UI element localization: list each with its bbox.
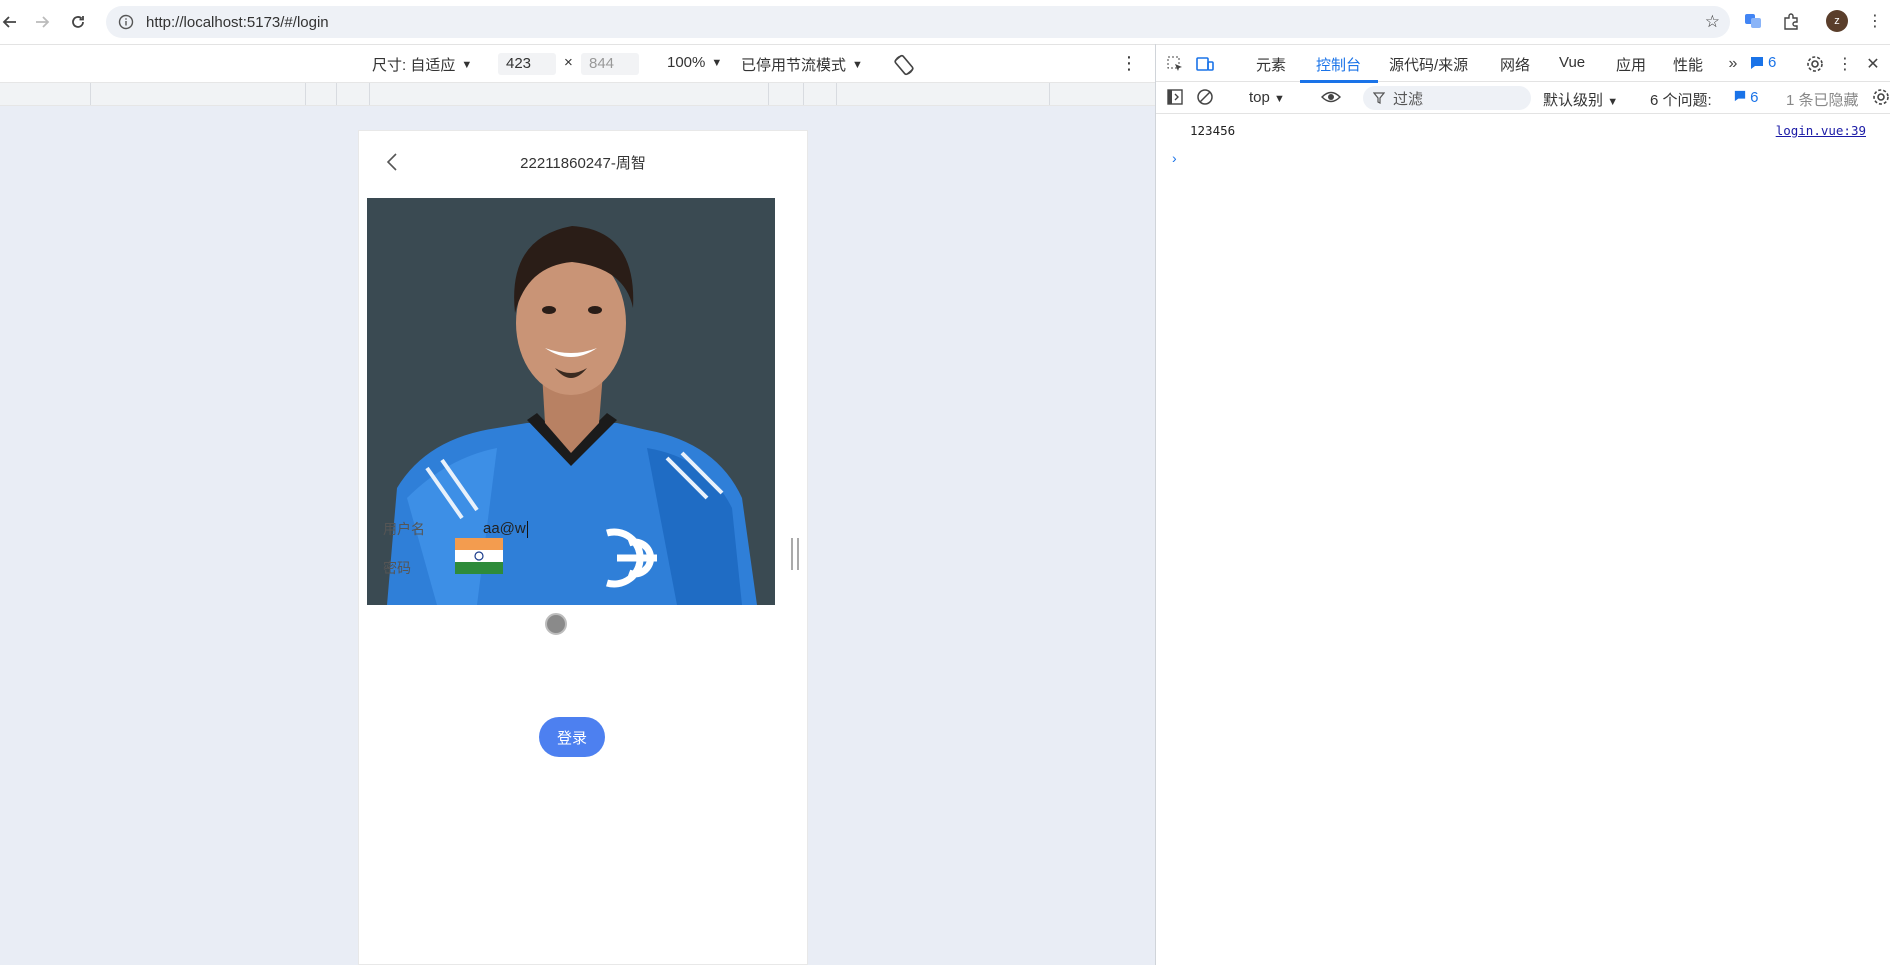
console-toolbar: top ▼ 过滤 默认级别 ▼ 6 个问题: 6 1 条已隐藏: [1156, 82, 1890, 114]
password-label: 密码: [383, 560, 411, 576]
tab-performance[interactable]: 性能: [1673, 54, 1703, 75]
width-input[interactable]: 423: [498, 53, 556, 75]
message-icon: [1751, 56, 1763, 69]
times-sign: ×: [564, 54, 573, 71]
context-selector[interactable]: top ▼: [1249, 89, 1285, 106]
hidden-messages-label: 1 条已隐藏: [1786, 92, 1859, 109]
issues-count-link[interactable]: 6: [1734, 89, 1759, 106]
dropdown-caret-icon: ▼: [1607, 96, 1619, 108]
arrow-left-icon: [2, 16, 16, 28]
address-bar[interactable]: http://localhost:5173/#/login ☆: [106, 6, 1730, 38]
tab-network[interactable]: 网络: [1500, 54, 1530, 75]
dropdown-caret-icon: ▼: [711, 56, 723, 69]
close-devtools-icon[interactable]: ✕: [1862, 53, 1884, 75]
nav-bar: 22211860247-周智: [359, 131, 807, 193]
devtools-panel: 元素 控制台 源代码/来源 网络 Vue 应用 性能 » 6 ⋮ ✕ top ▼: [1155, 44, 1890, 965]
console-settings-gear-icon[interactable]: [1870, 86, 1890, 108]
browser-toolbar: http://localhost:5173/#/login ☆ z ⋮: [0, 0, 1890, 44]
dimensions-dropdown[interactable]: 尺寸: 自适应 ▼: [372, 54, 472, 75]
issues-count-label[interactable]: 6 个问题:: [1650, 89, 1712, 110]
device-toggle-icon[interactable]: [1194, 53, 1216, 75]
inspect-element-icon[interactable]: [1164, 53, 1186, 75]
media-query-ruler: [0, 82, 1155, 106]
touch-cursor-indicator: [545, 613, 567, 635]
console-prompt-chevron-icon[interactable]: ›: [1172, 150, 1177, 166]
bookmark-star-icon[interactable]: ☆: [1705, 12, 1720, 32]
issues-badge[interactable]: 6: [1750, 54, 1776, 71]
login-button[interactable]: 登录: [539, 717, 605, 757]
device-toolbar: 尺寸: 自适应 ▼ 423 × 844 100% ▼ 已停用节流模式 ▼ ⋮: [0, 44, 1155, 82]
sidebar-toggle-icon[interactable]: [1164, 86, 1186, 108]
more-tabs-icon[interactable]: »: [1722, 53, 1744, 75]
tab-vue[interactable]: Vue: [1559, 54, 1585, 71]
devtools-menu-icon[interactable]: ⋮: [1834, 53, 1856, 75]
username-field[interactable]: 用户名 aa@w: [383, 514, 763, 544]
settings-gear-icon[interactable]: [1804, 53, 1826, 75]
log-level-dropdown[interactable]: 默认级别 ▼: [1543, 89, 1618, 110]
dropdown-caret-icon: ▼: [852, 58, 863, 71]
mobile-page: 22211860247-周智 用户名 aa@w 密码 登录: [358, 130, 808, 965]
tab-elements[interactable]: 元素: [1256, 54, 1286, 75]
console-message: 123456: [1190, 123, 1236, 138]
url-text[interactable]: http://localhost:5173/#/login: [146, 14, 329, 31]
reload-icon: [72, 16, 84, 28]
console-source-link[interactable]: login.vue:39: [1776, 123, 1866, 138]
height-input[interactable]: 844: [581, 53, 639, 75]
arrow-right-icon: [36, 16, 50, 28]
site-info-icon[interactable]: [118, 14, 134, 30]
reload-button[interactable]: [60, 4, 96, 40]
device-more-icon[interactable]: ⋮: [1120, 53, 1138, 74]
console-log-row: 123456 login.vue:39: [1156, 120, 1890, 142]
devtools-tab-bar: 元素 控制台 源代码/来源 网络 Vue 应用 性能 » 6 ⋮ ✕: [1156, 44, 1890, 83]
forward-button[interactable]: [24, 4, 60, 40]
username-label: 用户名: [383, 521, 425, 537]
dropdown-caret-icon: ▼: [1274, 93, 1285, 105]
browser-menu-icon[interactable]: ⋮: [1862, 8, 1888, 34]
extensions-area: z ⋮: [1740, 8, 1888, 34]
dropdown-caret-icon: ▼: [461, 58, 473, 71]
message-icon: [1734, 90, 1746, 102]
throttle-dropdown[interactable]: 已停用节流模式 ▼: [741, 54, 863, 75]
tab-application[interactable]: 应用: [1616, 54, 1646, 75]
viewport-resize-handle[interactable]: [791, 538, 799, 570]
clear-console-icon[interactable]: [1194, 86, 1216, 108]
eye-icon[interactable]: [1320, 86, 1342, 108]
console-filter-input[interactable]: 过滤: [1363, 86, 1531, 110]
page-title: 22211860247-周智: [520, 154, 646, 172]
translate-icon[interactable]: [1740, 8, 1766, 34]
extensions-puzzle-icon[interactable]: [1778, 8, 1804, 34]
filter-icon: [1373, 92, 1385, 104]
tab-console[interactable]: 控制台: [1316, 54, 1361, 75]
password-field[interactable]: 密码: [383, 553, 763, 583]
tab-sources[interactable]: 源代码/来源: [1389, 54, 1468, 75]
profile-avatar[interactable]: z: [1824, 8, 1850, 34]
text-caret: [526, 520, 528, 538]
username-input[interactable]: aa@w: [483, 520, 528, 538]
zoom-dropdown[interactable]: 100% ▼: [667, 54, 722, 71]
back-chevron-icon[interactable]: [383, 151, 403, 173]
rotate-icon[interactable]: [892, 53, 916, 77]
